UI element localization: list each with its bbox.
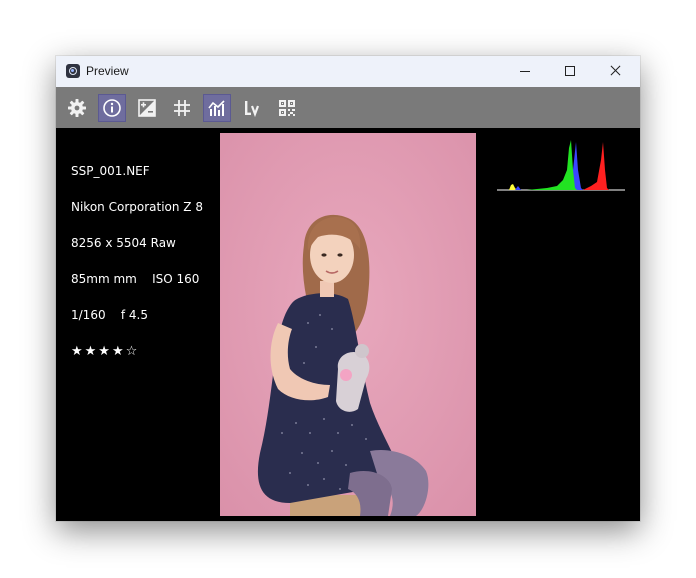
histogram-red-channel bbox=[583, 142, 609, 190]
qr-code-icon bbox=[279, 100, 295, 116]
info-exposure: 1/160 f 4.5 bbox=[71, 308, 148, 322]
app-icon bbox=[66, 64, 80, 78]
star-rating[interactable]: ★★★★☆ bbox=[71, 345, 203, 359]
photo-preview[interactable] bbox=[220, 133, 476, 516]
levels-icon bbox=[245, 101, 260, 118]
settings-button[interactable] bbox=[63, 94, 91, 122]
info-icon bbox=[103, 99, 121, 117]
window-title: Preview bbox=[86, 64, 129, 78]
qr-code-button[interactable] bbox=[273, 94, 301, 122]
exposure-button[interactable] bbox=[133, 94, 161, 122]
grid-icon bbox=[174, 100, 190, 116]
preview-canvas[interactable]: SSP_001.NEF Nikon Corporation Z 8 8256 x… bbox=[56, 128, 640, 521]
info-lens-iso: 85mm mm ISO 160 bbox=[71, 272, 200, 286]
histogram-green-channel bbox=[527, 140, 577, 190]
levels-button[interactable] bbox=[238, 94, 266, 122]
info-filename: SSP_001.NEF bbox=[71, 164, 150, 178]
preview-window: Preview SSP_001.NEF Nikon Corporation Z … bbox=[56, 56, 640, 521]
histogram-icon bbox=[208, 100, 225, 116]
title-bar[interactable]: Preview bbox=[56, 56, 640, 87]
grid-overlay-button[interactable] bbox=[168, 94, 196, 122]
histogram-toggle-button[interactable] bbox=[203, 94, 231, 122]
maximize-button[interactable] bbox=[547, 56, 593, 87]
close-button[interactable] bbox=[593, 56, 639, 87]
exposure-icon bbox=[138, 99, 156, 117]
info-toggle-button[interactable] bbox=[98, 94, 126, 122]
rgb-histogram bbox=[497, 140, 625, 191]
toolbar bbox=[56, 87, 640, 128]
gear-icon bbox=[68, 99, 86, 117]
info-dimensions: 8256 x 5504 Raw bbox=[71, 236, 176, 250]
image-info-overlay: SSP_001.NEF Nikon Corporation Z 8 8256 x… bbox=[71, 141, 203, 381]
minimize-button[interactable] bbox=[502, 56, 548, 87]
portrait-image bbox=[220, 133, 476, 516]
info-camera: Nikon Corporation Z 8 bbox=[71, 200, 203, 214]
